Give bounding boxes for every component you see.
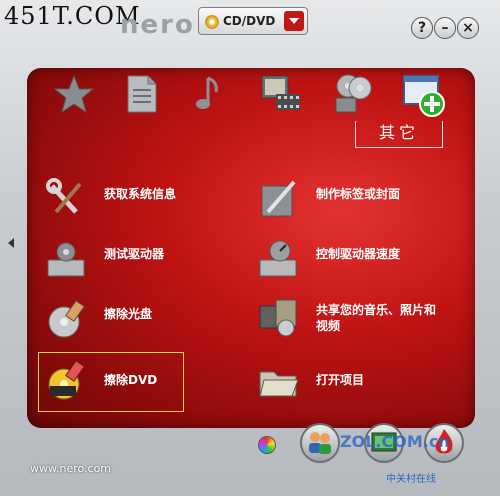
task-label: 共享您的音乐、照片和 视频	[316, 302, 436, 334]
task-open-project[interactable]: 打开项目	[258, 360, 458, 404]
side-expand-icon[interactable]	[8, 238, 14, 248]
task-label: 获取系统信息	[104, 187, 177, 201]
task-test-drive[interactable]: 测试驱动器	[46, 238, 246, 282]
photo-video-icon[interactable]	[258, 72, 302, 116]
zol-watermark: ZOL.COM.cn	[340, 432, 450, 451]
task-label: 打开项目	[316, 373, 365, 387]
extras-add-icon[interactable]	[400, 72, 448, 120]
dvd-eraser-icon	[48, 360, 85, 400]
task-label: 擦除光盘	[104, 307, 153, 321]
task-label-line1: 共享您的音乐、照片和	[316, 303, 437, 317]
task-erase-dvd[interactable]: 擦除DVD	[46, 360, 246, 404]
color-scheme-icon[interactable]	[258, 436, 276, 454]
close-button[interactable]: ×	[457, 17, 479, 39]
open-folder-icon	[259, 371, 299, 397]
favorites-star-icon[interactable]	[52, 72, 96, 116]
media-type-value: CD/DVD	[223, 14, 276, 28]
nero-website-link[interactable]: www.nero.com	[30, 462, 111, 475]
task-erase-cd[interactable]: 擦除光盘	[46, 298, 246, 342]
share-media-icon	[259, 299, 297, 337]
media-type-dropdown[interactable]: CD/DVD	[198, 7, 308, 35]
zol-watermark-sub: 中关村在线	[386, 474, 436, 485]
disc-eraser-icon	[48, 300, 85, 338]
drive-speed-icon	[259, 240, 297, 277]
task-system-info[interactable]: 获取系统信息	[46, 178, 246, 222]
task-label: 测试驱动器	[104, 247, 165, 261]
label-pen-icon	[261, 180, 296, 217]
help-button[interactable]: ?	[411, 17, 433, 39]
chevron-down-icon[interactable]	[284, 11, 304, 31]
drive-gear-icon	[47, 242, 85, 277]
wrench-screwdriver-icon	[46, 178, 82, 214]
task-label-cover[interactable]: 制作标签或封面	[258, 178, 458, 222]
task-label: 制作标签或封面	[316, 187, 401, 201]
music-note-icon[interactable]	[188, 72, 232, 116]
task-label-line2: 视频	[316, 319, 341, 333]
nero-start-smart-window: 451T.COM nero CD/DVD ? – × 其它 获取系统信息 测试驱…	[0, 0, 500, 496]
task-label: 控制驱动器速度	[316, 247, 401, 261]
minimize-button[interactable]: –	[434, 17, 456, 39]
copy-backup-icon[interactable]	[330, 72, 374, 116]
nero-logo: nero	[120, 10, 195, 40]
cd-dvd-icon	[205, 15, 219, 29]
users-icon	[309, 432, 331, 454]
task-label: 擦除DVD	[104, 373, 158, 387]
data-document-icon[interactable]	[120, 72, 164, 116]
category-tab-other[interactable]: 其它	[355, 121, 443, 148]
task-share-media[interactable]: 共享您的音乐、照片和 视频	[258, 296, 468, 340]
task-drive-speed[interactable]: 控制驱动器速度	[258, 238, 458, 282]
users-button[interactable]	[300, 423, 340, 463]
